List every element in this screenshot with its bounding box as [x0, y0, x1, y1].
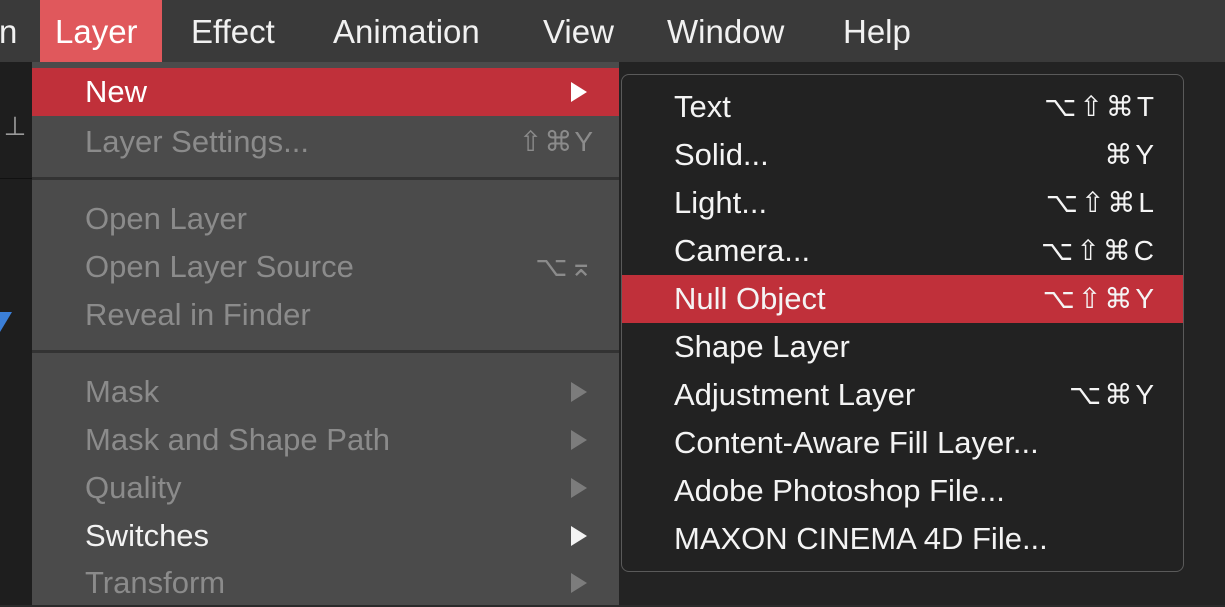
menu-item-shortcut: ⌥⇧⌘C: [1041, 235, 1157, 266]
menu-item-shortcut: ⌥⇧⌘Y: [1042, 283, 1157, 314]
new-submenu: Text ⌥⇧⌘T Solid... ⌘Y Light... ⌥⇧⌘L Came…: [621, 74, 1184, 572]
menu-item-label: Adjustment Layer: [674, 377, 916, 412]
menubar-item-view[interactable]: View: [532, 0, 625, 62]
menu-item-label: Mask and Shape Path: [85, 422, 391, 457]
menubar: n Layer Effect Animation View Window Hel…: [0, 0, 1225, 62]
panel-divider: [0, 178, 32, 179]
submenu-arrow-icon: [571, 382, 587, 402]
menu-item-layer-settings[interactable]: Layer Settings... ⇧⌘Y: [32, 118, 619, 166]
stamp-icon[interactable]: ⊥: [2, 112, 28, 140]
menu-item-reveal-in-finder[interactable]: Reveal in Finder: [32, 291, 619, 339]
menu-item-label: Light...: [674, 185, 768, 220]
menu-item-shortcut: ⌥⌘Y: [1069, 379, 1157, 410]
menubar-item-window[interactable]: Window: [656, 0, 795, 62]
menu-item-label: Shape Layer: [674, 329, 850, 364]
menu-item-transform[interactable]: Transform: [32, 559, 619, 607]
submenu-item-null-object[interactable]: Null Object ⌥⇧⌘Y: [622, 275, 1183, 323]
menu-item-new[interactable]: New: [32, 68, 619, 116]
submenu-arrow-icon: [571, 430, 587, 450]
menu-item-mask-and-shape-path[interactable]: Mask and Shape Path: [32, 416, 619, 464]
menu-item-label: MAXON CINEMA 4D File...: [674, 521, 1048, 556]
submenu-item-adjustment-layer[interactable]: Adjustment Layer ⌥⌘Y: [622, 371, 1183, 419]
submenu-item-content-aware-fill-layer[interactable]: Content-Aware Fill Layer...: [622, 419, 1183, 467]
submenu-item-light[interactable]: Light... ⌥⇧⌘L: [622, 179, 1183, 227]
menu-item-label: Solid...: [674, 137, 769, 172]
menu-item-label: Reveal in Finder: [85, 297, 311, 332]
submenu-item-camera[interactable]: Camera... ⌥⇧⌘C: [622, 227, 1183, 275]
menu-item-label: New: [85, 74, 148, 109]
menu-item-label: Mask: [85, 374, 160, 409]
submenu-arrow-icon: [571, 573, 587, 593]
submenu-item-shape-layer[interactable]: Shape Layer: [622, 323, 1183, 371]
menu-item-shortcut: ⌥⇧⌘L: [1045, 187, 1157, 218]
menu-item-shortcut: ⇧⌘Y: [518, 126, 595, 157]
menu-separator: [32, 177, 619, 180]
menu-item-label: Content-Aware Fill Layer...: [674, 425, 1039, 460]
layer-menu: New Layer Settings... ⇧⌘Y Open Layer Ope…: [32, 62, 619, 605]
menu-item-shortcut: ⌘Y: [1104, 139, 1157, 170]
menu-item-label: Quality: [85, 470, 182, 505]
menubar-item-layer[interactable]: Layer: [40, 0, 162, 62]
submenu-arrow-icon: [571, 478, 587, 498]
submenu-item-adobe-photoshop-file[interactable]: Adobe Photoshop File...: [622, 467, 1183, 515]
submenu-arrow-icon: [571, 526, 587, 546]
menu-item-label: Switches: [85, 518, 210, 553]
menu-item-label: Null Object: [674, 281, 826, 316]
menu-item-shortcut: ⌥⇧⌘T: [1044, 91, 1157, 122]
menu-item-label: Layer Settings...: [85, 124, 310, 159]
menubar-item-help[interactable]: Help: [832, 0, 922, 62]
menu-item-quality[interactable]: Quality: [32, 464, 619, 512]
timeline-marker-icon: [0, 312, 12, 332]
menu-item-open-layer-source[interactable]: Open Layer Source ⌥⌅: [32, 243, 619, 291]
menubar-item-composition[interactable]: n: [0, 0, 28, 62]
menu-item-open-layer[interactable]: Open Layer: [32, 195, 619, 243]
submenu-arrow-icon: [571, 82, 587, 102]
menu-item-switches[interactable]: Switches: [32, 512, 619, 560]
menu-item-label: Transform: [85, 565, 226, 600]
menu-item-mask[interactable]: Mask: [32, 368, 619, 416]
menu-separator: [32, 350, 619, 353]
menu-item-shortcut: ⌥⌅: [535, 251, 595, 282]
menu-item-label: Adobe Photoshop File...: [674, 473, 1005, 508]
submenu-item-solid[interactable]: Solid... ⌘Y: [622, 131, 1183, 179]
menubar-item-effect[interactable]: Effect: [180, 0, 286, 62]
menu-item-label: Open Layer Source: [85, 249, 354, 284]
menubar-item-animation[interactable]: Animation: [322, 0, 491, 62]
menu-item-label: Camera...: [674, 233, 811, 268]
submenu-item-maxon-cinema-4d-file[interactable]: MAXON CINEMA 4D File...: [622, 515, 1183, 563]
tools-panel-edge: [0, 62, 32, 605]
menu-item-label: Open Layer: [85, 201, 247, 236]
menu-item-label: Text: [674, 89, 731, 124]
submenu-item-text[interactable]: Text ⌥⇧⌘T: [622, 83, 1183, 131]
